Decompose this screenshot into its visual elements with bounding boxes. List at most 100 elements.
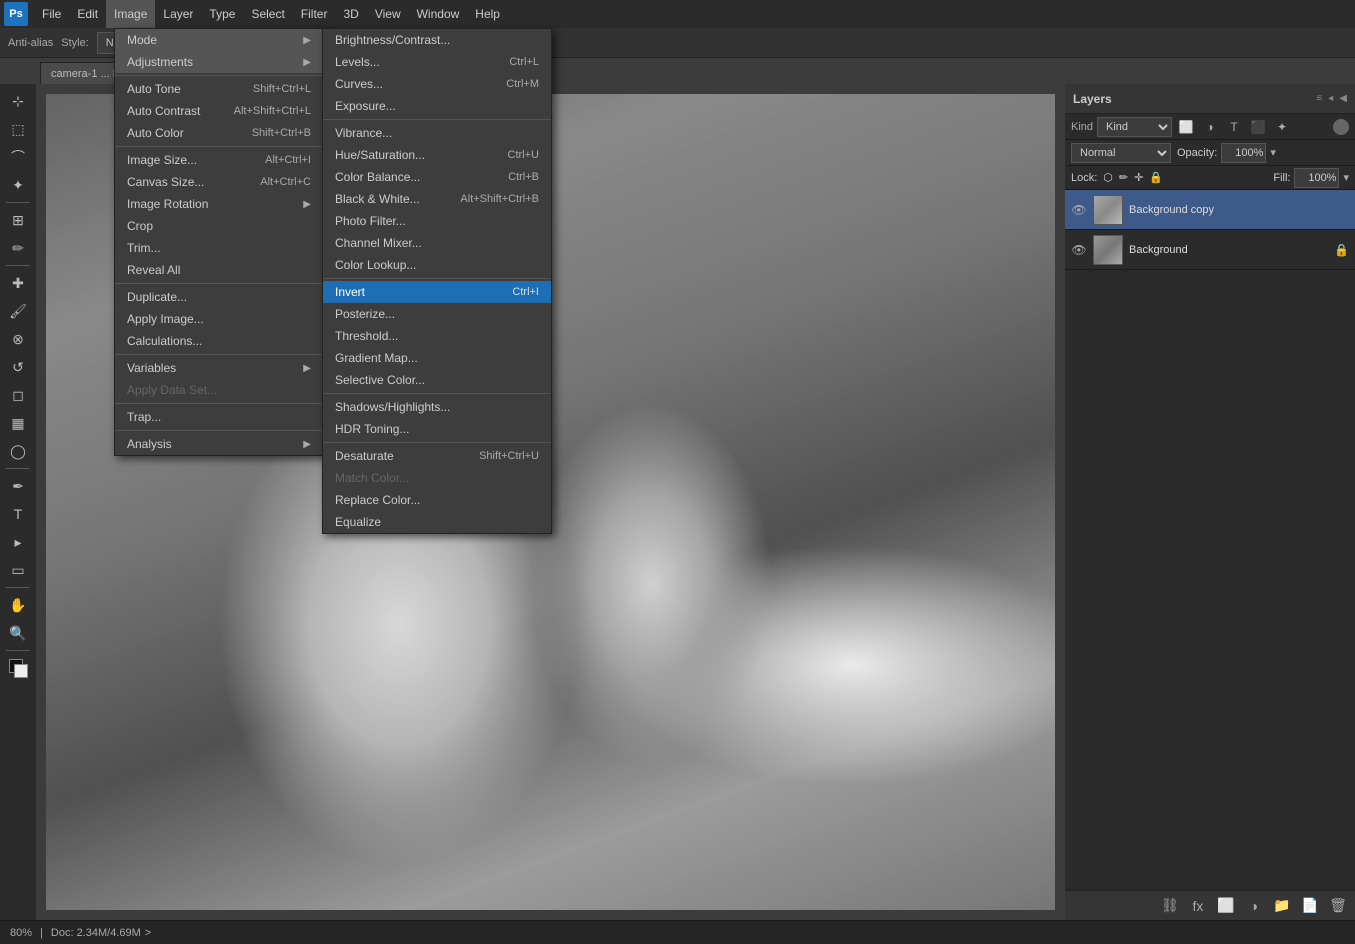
adj-photo-filter[interactable]: Photo Filter...: [323, 210, 551, 232]
adj-hue-saturation[interactable]: Hue/Saturation... Ctrl+U: [323, 144, 551, 166]
layer-group-icon[interactable]: 📁: [1271, 895, 1293, 917]
layer-fx-icon[interactable]: fx: [1187, 895, 1209, 917]
adj-gradient-map[interactable]: Gradient Map...: [323, 347, 551, 369]
filter-adjust-icon[interactable]: ◑: [1200, 117, 1220, 137]
menu-window[interactable]: Window: [409, 0, 468, 28]
menu-3d[interactable]: 3D: [335, 0, 366, 28]
lock-position-icon[interactable]: ✛: [1134, 171, 1143, 184]
adj-replace-color[interactable]: Replace Color...: [323, 489, 551, 511]
gradient-tool[interactable]: ▦: [5, 410, 31, 436]
menu-view[interactable]: View: [367, 0, 409, 28]
move-tool[interactable]: ⊹: [5, 88, 31, 114]
filter-shape-icon[interactable]: ⬛: [1248, 117, 1268, 137]
adj-invert[interactable]: Invert Ctrl+I: [323, 281, 551, 303]
opacity-arrow[interactable]: ▾: [1270, 146, 1276, 159]
menu-layer[interactable]: Layer: [155, 0, 201, 28]
menu-select[interactable]: Select: [243, 0, 292, 28]
foreground-color[interactable]: [5, 655, 31, 681]
layers-panel-options[interactable]: ◂: [1328, 93, 1333, 104]
adj-color-lookup[interactable]: Color Lookup...: [323, 254, 551, 276]
adj-vibrance[interactable]: Vibrance...: [323, 122, 551, 144]
layers-panel-close[interactable]: ◀: [1339, 93, 1347, 104]
layer-new-icon[interactable]: 📄: [1299, 895, 1321, 917]
layer-item-background-copy[interactable]: 👁 Background copy: [1065, 190, 1355, 230]
adj-brightness-contrast[interactable]: Brightness/Contrast...: [323, 29, 551, 51]
filter-active[interactable]: [1333, 119, 1349, 135]
adj-desaturate[interactable]: Desaturate Shift+Ctrl+U: [323, 445, 551, 467]
image-menu-mode[interactable]: Mode ▶: [115, 29, 323, 51]
dodge-tool[interactable]: ◯: [5, 438, 31, 464]
menu-help[interactable]: Help: [467, 0, 508, 28]
eraser-tool[interactable]: ◻: [5, 382, 31, 408]
adj-curves[interactable]: Curves... Ctrl+M: [323, 73, 551, 95]
history-brush-tool[interactable]: ↺: [5, 354, 31, 380]
image-menu-image-rotation[interactable]: Image Rotation ▶: [115, 193, 323, 215]
menu-file[interactable]: File: [34, 0, 69, 28]
menu-image[interactable]: Image: [106, 0, 155, 28]
opacity-input[interactable]: [1221, 143, 1266, 163]
layer-link-icon[interactable]: ⛓: [1159, 895, 1181, 917]
fill-arrow[interactable]: ▾: [1343, 171, 1349, 184]
adj-exposure[interactable]: Exposure...: [323, 95, 551, 117]
lock-pixels-icon[interactable]: ✏: [1119, 171, 1128, 184]
adj-color-balance[interactable]: Color Balance... Ctrl+B: [323, 166, 551, 188]
adj-shadows-highlights[interactable]: Shadows/Highlights...: [323, 396, 551, 418]
image-menu-apply-image[interactable]: Apply Image...: [115, 308, 323, 330]
adj-posterize[interactable]: Posterize...: [323, 303, 551, 325]
layer-item-background[interactable]: 👁 Background 🔒: [1065, 230, 1355, 270]
image-menu-trim[interactable]: Trim...: [115, 237, 323, 259]
adj-channel-mixer[interactable]: Channel Mixer...: [323, 232, 551, 254]
adj-threshold[interactable]: Threshold...: [323, 325, 551, 347]
pen-tool[interactable]: ✒: [5, 473, 31, 499]
image-menu-variables[interactable]: Variables ▶: [115, 357, 323, 379]
lock-transparent-icon[interactable]: ⬡: [1103, 171, 1113, 184]
layer-mask-icon[interactable]: ⬜: [1215, 895, 1237, 917]
filter-smart-icon[interactable]: ✦: [1272, 117, 1292, 137]
clone-stamp-tool[interactable]: ⊗: [5, 326, 31, 352]
lock-all-icon[interactable]: 🔒: [1149, 171, 1163, 184]
adj-equalize[interactable]: Equalize: [323, 511, 551, 533]
menu-edit[interactable]: Edit: [69, 0, 106, 28]
layer-visibility-background-copy[interactable]: 👁: [1071, 202, 1087, 218]
image-menu-crop[interactable]: Crop: [115, 215, 323, 237]
lasso-tool[interactable]: ⌒: [5, 144, 31, 170]
layer-visibility-background[interactable]: 👁: [1071, 242, 1087, 258]
image-menu-trap[interactable]: Trap...: [115, 406, 323, 428]
layer-delete-icon[interactable]: 🗑: [1327, 895, 1349, 917]
shape-tool[interactable]: ▭: [5, 557, 31, 583]
image-menu-canvas-size[interactable]: Canvas Size... Alt+Ctrl+C: [115, 171, 323, 193]
layers-panel-collapse[interactable]: ≡: [1316, 93, 1322, 104]
menu-filter[interactable]: Filter: [293, 0, 336, 28]
adj-black-white[interactable]: Black & White... Alt+Shift+Ctrl+B: [323, 188, 551, 210]
image-menu-reveal-all[interactable]: Reveal All: [115, 259, 323, 281]
text-tool[interactable]: T: [5, 501, 31, 527]
image-menu-adjustments[interactable]: Adjustments ▶: [115, 51, 323, 73]
menu-type[interactable]: Type: [201, 0, 243, 28]
kind-select[interactable]: Kind: [1097, 117, 1172, 137]
fill-input[interactable]: [1294, 168, 1339, 188]
image-menu-auto-contrast[interactable]: Auto Contrast Alt+Shift+Ctrl+L: [115, 100, 323, 122]
quick-select-tool[interactable]: ✦: [5, 172, 31, 198]
crop-tool[interactable]: ⊞: [5, 207, 31, 233]
hand-tool[interactable]: ✋: [5, 592, 31, 618]
marquee-tool[interactable]: ⬚: [5, 116, 31, 142]
brush-tool[interactable]: 🖌: [5, 298, 31, 324]
image-menu-calculations[interactable]: Calculations...: [115, 330, 323, 352]
image-menu-duplicate[interactable]: Duplicate...: [115, 286, 323, 308]
adj-levels[interactable]: Levels... Ctrl+L: [323, 51, 551, 73]
image-menu-auto-color[interactable]: Auto Color Shift+Ctrl+B: [115, 122, 323, 144]
doc-info-arrow[interactable]: >: [145, 927, 151, 939]
image-menu-analysis[interactable]: Analysis ▶: [115, 433, 323, 455]
blend-mode-select[interactable]: Normal: [1071, 143, 1171, 163]
image-menu-image-size[interactable]: Image Size... Alt+Ctrl+I: [115, 149, 323, 171]
adj-hdr-toning[interactable]: HDR Toning...: [323, 418, 551, 440]
filter-type-icon[interactable]: T: [1224, 117, 1244, 137]
zoom-tool[interactable]: 🔍: [5, 620, 31, 646]
filter-pixel-icon[interactable]: ⬜: [1176, 117, 1196, 137]
image-menu-auto-tone[interactable]: Auto Tone Shift+Ctrl+L: [115, 78, 323, 100]
healing-brush-tool[interactable]: ✚: [5, 270, 31, 296]
adj-selective-color[interactable]: Selective Color...: [323, 369, 551, 391]
layer-adjustment-icon[interactable]: ◑: [1243, 895, 1265, 917]
eyedropper-tool[interactable]: ✏: [5, 235, 31, 261]
path-select-tool[interactable]: ▸: [5, 529, 31, 555]
